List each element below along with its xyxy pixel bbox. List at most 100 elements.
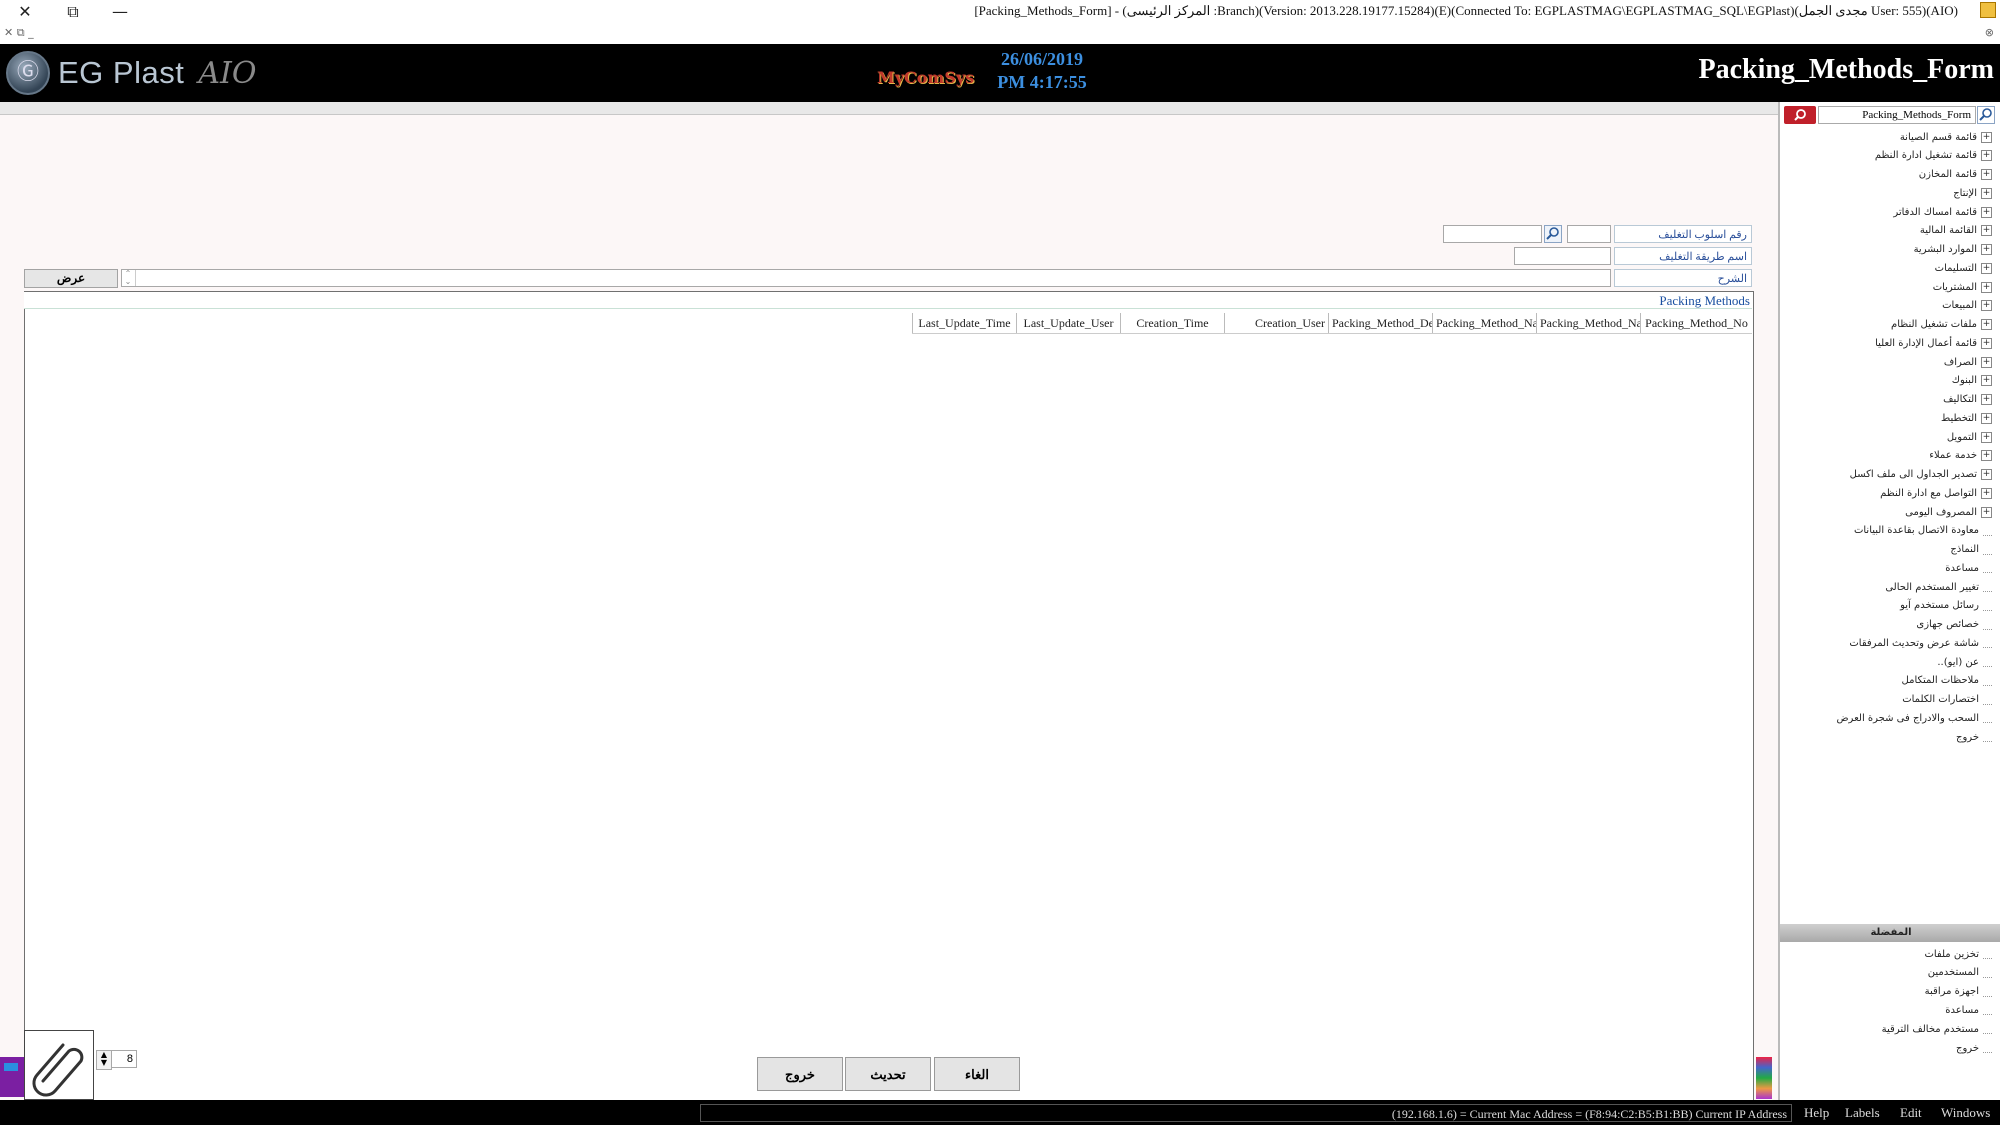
tree-item[interactable]: + قائمة قسم الصيانة xyxy=(1900,128,1992,146)
tree-item[interactable]: + التخطيط xyxy=(1941,409,1992,427)
column-header[interactable]: Packing_Method_No xyxy=(1640,313,1752,333)
expand-plus-icon[interactable]: + xyxy=(1981,356,1992,368)
tree-item[interactable]: شاشة عرض وتحديث المرفقات xyxy=(1849,634,1992,652)
attachment-count[interactable]: 8 xyxy=(111,1050,137,1068)
tree-item[interactable]: + قائمة المخازن xyxy=(1919,166,1992,184)
favorite-item[interactable]: تخزين ملفات xyxy=(1924,945,1992,963)
column-header[interactable]: Creation_Time xyxy=(1120,313,1224,333)
expand-plus-icon[interactable]: + xyxy=(1981,225,1992,237)
column-header[interactable]: Last_Update_User xyxy=(1016,313,1120,333)
expand-plus-icon[interactable]: + xyxy=(1981,469,1992,480)
expand-plus-icon[interactable]: + xyxy=(1981,319,1992,330)
tree-item[interactable]: + الإنتاج xyxy=(1953,184,1992,202)
tree-item[interactable]: خصائص جهازى xyxy=(1916,616,1992,634)
color-palette-icon[interactable] xyxy=(1756,1057,1772,1099)
expand-plus-icon[interactable]: + xyxy=(1981,281,1992,293)
menu-windows[interactable]: Windows xyxy=(1941,1105,1990,1121)
expand-plus-icon[interactable]: + xyxy=(1981,450,1992,462)
column-header[interactable]: Last_Update_Time xyxy=(912,313,1016,333)
favorite-item[interactable]: مستخدم مخالف الترقية xyxy=(1882,1020,1992,1038)
tree-item[interactable]: + المبيعات xyxy=(1942,297,1992,315)
expand-plus-icon[interactable]: + xyxy=(1981,206,1992,218)
expand-plus-icon[interactable]: + xyxy=(1981,394,1992,405)
close-window-icon[interactable]: ✕ xyxy=(13,2,37,21)
sidebar-search-button[interactable] xyxy=(1784,106,1816,124)
expand-plus-icon[interactable]: + xyxy=(1981,412,1992,424)
column-header[interactable]: Creation_User xyxy=(1224,313,1328,333)
expand-plus-icon[interactable]: + xyxy=(1981,506,1992,518)
tree-item[interactable]: + قائمة أعمال الإدارة العليا xyxy=(1875,334,1992,352)
tree-item[interactable]: + الموارد البشرية xyxy=(1914,241,1992,259)
column-header[interactable]: Packing_Method_Name xyxy=(1432,313,1536,333)
expand-plus-icon[interactable]: + xyxy=(1981,169,1992,180)
form-title: Packing_Methods_Form xyxy=(1698,54,1994,85)
tree-item[interactable]: + المشتريات xyxy=(1933,278,1992,296)
tree-item[interactable]: + الصراف xyxy=(1944,353,1992,371)
tree-item[interactable]: مساعدة xyxy=(1945,559,1992,577)
favorite-item[interactable]: خروج xyxy=(1956,1039,1992,1057)
tree-item[interactable]: + تصدير الجداول الى ملف اكسل xyxy=(1850,466,1992,484)
tree-item[interactable]: عن (ايو).. xyxy=(1937,653,1992,671)
expand-plus-icon[interactable]: + xyxy=(1981,337,1992,349)
description-input[interactable] xyxy=(121,269,1611,287)
tree-item[interactable]: + البنوك xyxy=(1952,372,1992,390)
update-button[interactable]: تحديث xyxy=(845,1057,931,1091)
tree-item[interactable]: معاودة الاتصال بقاعدة البيانات xyxy=(1854,522,1992,540)
app-flag-icon xyxy=(1980,2,1996,18)
tree-item[interactable]: رسائل مستخدم آيو xyxy=(1900,597,1992,615)
favorite-item-label: تخزين ملفات xyxy=(1924,948,1979,960)
tree-item[interactable]: + التكاليف xyxy=(1943,391,1992,409)
tree-item[interactable]: + التمويل xyxy=(1947,428,1992,446)
attachment-spinner-icon[interactable]: ▲ ▼ xyxy=(96,1050,112,1070)
tree-item[interactable]: + المصروف اليومى xyxy=(1905,503,1992,521)
company-logo: MyComSys xyxy=(877,68,975,87)
expand-plus-icon[interactable]: + xyxy=(1981,150,1992,162)
expand-plus-icon[interactable]: + xyxy=(1981,431,1992,443)
tree-item[interactable]: + التواصل مع ادارة النظم xyxy=(1880,484,1992,502)
column-header[interactable]: Packing_Method_Name xyxy=(1536,313,1640,333)
attachment-paperclip-icon[interactable] xyxy=(24,1030,94,1100)
lookup-search-icon[interactable] xyxy=(1544,225,1562,243)
method-no-input[interactable] xyxy=(1567,225,1611,243)
favorite-item[interactable]: اجهزة مراقبة xyxy=(1925,983,1992,1001)
tree-item[interactable]: اختصارات الكلمات xyxy=(1902,691,1992,709)
tree-item[interactable]: + قائمة تشغيل ادارة النظم xyxy=(1875,147,1992,165)
tree-item-label: اختصارات الكلمات xyxy=(1902,694,1979,705)
cancel-button[interactable]: الغاء xyxy=(934,1057,1020,1091)
menu-help[interactable]: Help xyxy=(1804,1105,1829,1121)
method-name-input[interactable] xyxy=(1514,247,1611,265)
description-spinner-icon[interactable]: ⌃ ⌄ xyxy=(121,270,136,286)
expand-plus-icon[interactable]: + xyxy=(1981,375,1992,387)
packing-methods-grid[interactable] xyxy=(24,291,1754,1104)
exit-button[interactable]: خروج xyxy=(757,1057,843,1091)
expand-plus-icon[interactable]: + xyxy=(1981,300,1992,312)
mdi-settings-icon[interactable]: ⊗ xyxy=(1985,26,1994,39)
expand-plus-icon[interactable]: + xyxy=(1981,487,1992,499)
favorite-item[interactable]: المستخدمين xyxy=(1928,964,1992,982)
tree-item[interactable]: خروج xyxy=(1956,728,1992,746)
show-button[interactable]: عرض xyxy=(24,269,118,288)
tree-item[interactable]: + التسليمات xyxy=(1935,259,1992,277)
tree-item[interactable]: ملاحظات المتكامل xyxy=(1902,672,1992,690)
sidebar-search-input[interactable]: Packing_Methods_Form xyxy=(1818,106,1976,124)
tree-item[interactable]: السحب والادراج فى شجرة العرض xyxy=(1836,709,1992,727)
mdi-controls[interactable]: ✕ ⧉ _ xyxy=(4,26,34,40)
minimize-window-icon[interactable]: — xyxy=(108,2,132,21)
tree-item[interactable]: + القائمة المالية xyxy=(1920,222,1992,240)
sidebar-search-icon[interactable] xyxy=(1977,106,1995,124)
expand-plus-icon[interactable]: + xyxy=(1981,187,1992,199)
method-lookup-input[interactable] xyxy=(1443,225,1542,243)
column-header[interactable]: Packing_Method_Description xyxy=(1328,313,1432,333)
tree-item[interactable]: + ملفات تشغيل النظام xyxy=(1891,316,1992,334)
expand-plus-icon[interactable]: + xyxy=(1981,262,1992,274)
tree-item[interactable]: تغيير المستخدم الحالى xyxy=(1885,578,1992,596)
expand-plus-icon[interactable]: + xyxy=(1981,131,1992,143)
menu-labels[interactable]: Labels xyxy=(1845,1105,1880,1121)
restore-window-icon[interactable]: ⧉ xyxy=(61,2,85,22)
tree-item[interactable]: + قائمة امساك الدفاتر xyxy=(1893,203,1992,221)
expand-plus-icon[interactable]: + xyxy=(1981,244,1992,255)
tree-item[interactable]: + خدمة عملاء xyxy=(1929,447,1992,465)
favorite-item[interactable]: مساعدة xyxy=(1945,1001,1992,1019)
menu-edit[interactable]: Edit xyxy=(1900,1105,1922,1121)
tree-item[interactable]: النماذج xyxy=(1950,541,1992,559)
